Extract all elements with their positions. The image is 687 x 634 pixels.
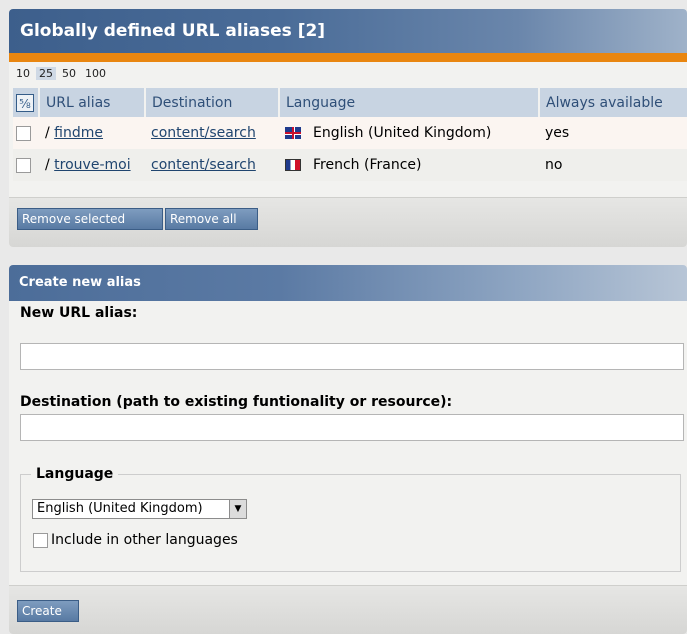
- always-available-cell: no: [539, 149, 687, 181]
- remove-all-button[interactable]: Remove all: [165, 208, 258, 230]
- aliases-table: ⅝ URL alias Destination Language Always …: [13, 88, 687, 181]
- alias-prefix: /: [45, 125, 50, 141]
- alias-link[interactable]: trouve-moi: [54, 157, 130, 173]
- table-row: / findme content/search English (United …: [13, 117, 687, 149]
- panel-header: Globally defined URL aliases [2]: [9, 9, 687, 62]
- language-cell: English (United Kingdom): [279, 117, 539, 149]
- alias-cell: / findme: [39, 117, 145, 149]
- new-alias-label: New URL alias:: [20, 305, 138, 321]
- panel-title: Globally defined URL aliases [2]: [20, 21, 326, 41]
- language-cell: French (France): [279, 149, 539, 181]
- select-all-header: ⅝: [13, 88, 40, 117]
- language-legend: Language: [36, 466, 114, 482]
- include-other-languages-checkbox[interactable]: [33, 532, 48, 548]
- language-fieldset: Language: [20, 466, 681, 572]
- page-size-50[interactable]: 50: [59, 67, 79, 80]
- destination-cell: content/search: [145, 149, 279, 181]
- language-text: French (France): [313, 157, 422, 173]
- create-button-bar: Create: [9, 585, 687, 634]
- row-checkbox-cell: [13, 117, 39, 149]
- chevron-down-icon[interactable]: ▼: [229, 500, 246, 518]
- create-alias-panel: Create new alias New URL alias: Destinat…: [9, 265, 687, 634]
- column-always-available: Always available: [539, 88, 687, 117]
- column-language: Language: [279, 88, 540, 117]
- create-button[interactable]: Create: [17, 600, 79, 622]
- include-other-languages-label: Include in other languages: [51, 532, 238, 548]
- url-aliases-panel: Globally defined URL aliases [2] 10 25 50 1…: [9, 9, 687, 247]
- panel-header: Create new alias: [9, 265, 687, 301]
- row-checkbox[interactable]: [16, 157, 31, 173]
- items-per-page-selector: 10 25 50 100: [13, 67, 112, 80]
- table-row: / trouve-moi content/search French (Fran…: [13, 149, 687, 181]
- table-header-row: ⅝ URL alias Destination Language Always …: [13, 88, 687, 117]
- destination-link[interactable]: content/search: [151, 157, 256, 173]
- remove-selected-button[interactable]: Remove selected: [17, 208, 163, 230]
- destination-link[interactable]: content/search: [151, 125, 256, 141]
- destination-input[interactable]: [20, 414, 684, 441]
- destination-label: Destination (path to existing funtionali…: [20, 394, 453, 410]
- france-flag-icon: [285, 159, 301, 171]
- page-size-100[interactable]: 100: [82, 67, 109, 80]
- alias-prefix: /: [45, 157, 50, 173]
- toggle-selection-icon[interactable]: ⅝: [16, 93, 34, 112]
- alias-cell: / trouve-moi: [39, 149, 145, 181]
- new-alias-input[interactable]: [20, 343, 684, 370]
- page-size-10[interactable]: 10: [13, 67, 33, 80]
- destination-cell: content/search: [145, 117, 279, 149]
- alias-link[interactable]: findme: [54, 125, 103, 141]
- page-size-25[interactable]: 25: [36, 67, 56, 80]
- aliases-button-bar: Remove selected Remove all: [9, 197, 687, 247]
- always-available-cell: yes: [539, 117, 687, 149]
- language-select-value: English (United Kingdom): [37, 501, 203, 516]
- include-other-languages-row: Include in other languages: [33, 532, 238, 548]
- panel-title: Create new alias: [19, 275, 141, 290]
- row-checkbox-cell: [13, 149, 39, 181]
- uk-flag-icon: [285, 127, 301, 139]
- column-url-alias: URL alias: [39, 88, 146, 117]
- row-checkbox[interactable]: [16, 125, 31, 141]
- language-select[interactable]: English (United Kingdom) ▼: [32, 499, 247, 519]
- language-text: English (United Kingdom): [313, 125, 492, 141]
- column-destination: Destination: [145, 88, 280, 117]
